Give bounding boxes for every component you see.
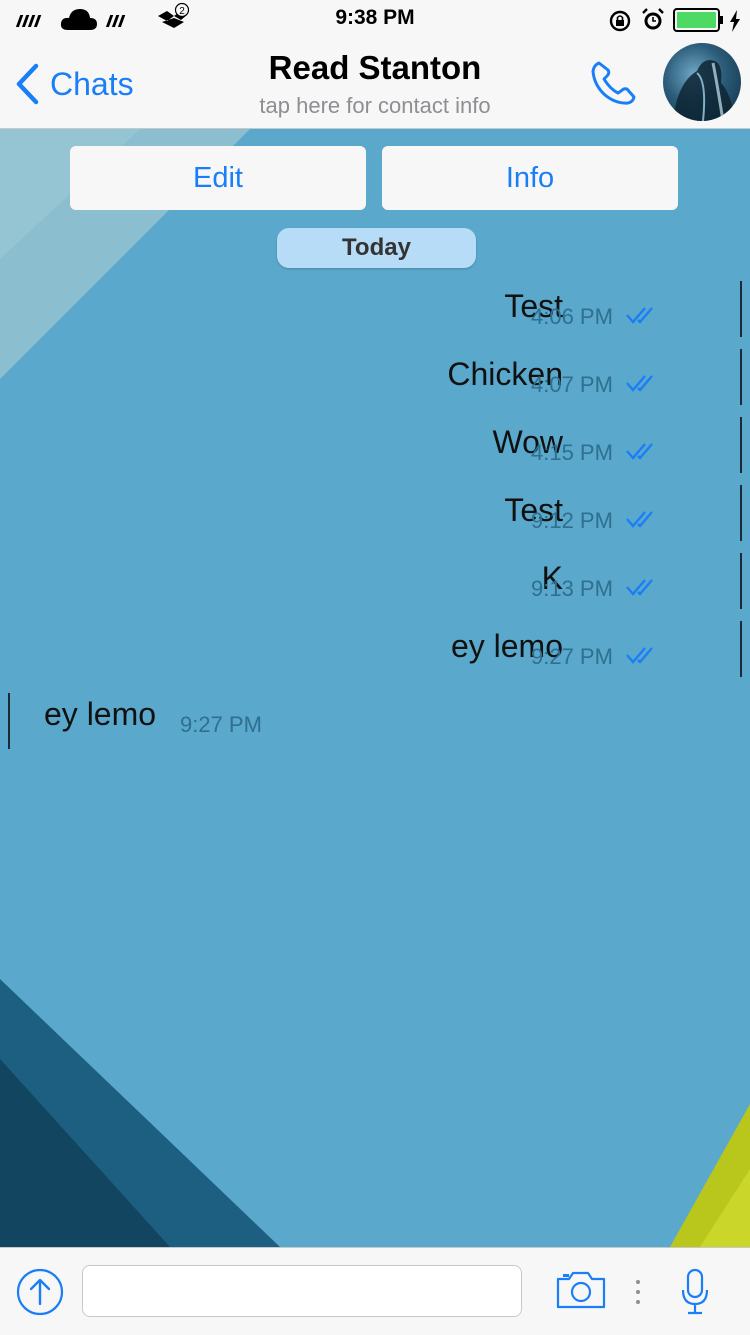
message-edge bbox=[740, 281, 742, 337]
date-badge: Today bbox=[277, 228, 476, 268]
message-edge bbox=[740, 553, 742, 609]
message-outgoing[interactable]: ey lemo 9:27 PM bbox=[350, 621, 750, 684]
message-outgoing[interactable]: Wow 4:15 PM bbox=[350, 417, 750, 480]
message-outgoing[interactable]: Test 9:12 PM bbox=[350, 485, 750, 548]
status-time: 9:38 PM bbox=[335, 6, 415, 29]
message-time: 4:15 PM bbox=[531, 440, 613, 465]
nav-bar: Chats Read Stanton tap here for contact … bbox=[0, 40, 750, 129]
message-edge bbox=[740, 349, 742, 405]
double-check-icon bbox=[626, 443, 653, 460]
message-time: 4:06 PM bbox=[531, 304, 613, 329]
message-time: 9:13 PM bbox=[531, 576, 613, 601]
message-outgoing[interactable]: Chicken 4:07 PM bbox=[350, 349, 750, 412]
double-check-icon bbox=[626, 647, 653, 664]
profile-photo bbox=[673, 60, 735, 121]
double-check-icon bbox=[626, 375, 653, 392]
upload-icon[interactable] bbox=[16, 1268, 64, 1316]
status-bar: 2 9:38 PM bbox=[0, 0, 750, 40]
message-edge bbox=[8, 693, 10, 749]
message-outgoing[interactable]: Test 4:06 PM bbox=[350, 281, 750, 344]
rotation-lock-icon bbox=[609, 10, 631, 32]
battery-icon bbox=[673, 8, 723, 32]
info-button[interactable]: Info bbox=[382, 146, 678, 210]
microphone-icon[interactable] bbox=[680, 1268, 710, 1316]
avatar[interactable] bbox=[663, 43, 741, 121]
double-check-icon bbox=[626, 579, 653, 596]
message-time: 9:12 PM bbox=[531, 508, 613, 533]
camera-icon[interactable] bbox=[555, 1270, 607, 1310]
message-outgoing[interactable]: K 9:13 PM bbox=[350, 553, 750, 616]
message-edge bbox=[740, 417, 742, 473]
input-bar bbox=[0, 1247, 750, 1335]
double-check-icon bbox=[626, 511, 653, 528]
message-text: ey lemo bbox=[44, 696, 157, 732]
phone-icon[interactable] bbox=[588, 58, 638, 108]
message-time: 9:27 PM bbox=[180, 712, 262, 737]
message-incoming[interactable]: ey lemo 9:27 PM bbox=[0, 693, 400, 752]
edit-button[interactable]: Edit bbox=[70, 146, 366, 210]
separator-dots-icon bbox=[636, 1280, 640, 1304]
message-input[interactable] bbox=[82, 1265, 522, 1317]
message-edge bbox=[740, 621, 742, 677]
message-time: 9:27 PM bbox=[531, 644, 613, 669]
charging-bolt-icon bbox=[730, 10, 740, 32]
message-time: 4:07 PM bbox=[531, 372, 613, 397]
message-edge bbox=[740, 485, 742, 541]
chat-area[interactable]: Edit Info Today Test 4:06 PM Chicken 4:0… bbox=[0, 129, 750, 1247]
alarm-icon bbox=[642, 8, 664, 30]
double-check-icon bbox=[626, 307, 653, 324]
